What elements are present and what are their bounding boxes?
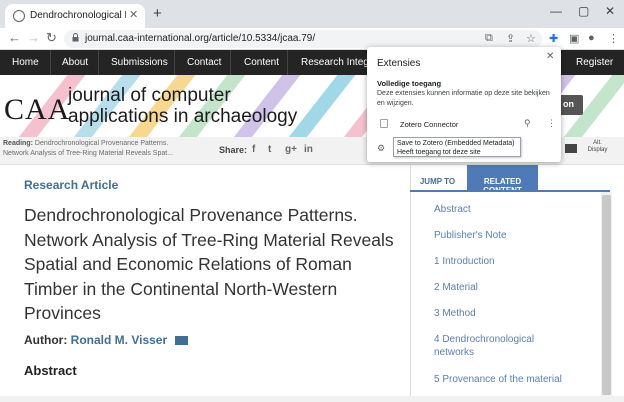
nav-research-integrity[interactable]: Research Integrit [301, 57, 377, 68]
url-text: journal.caa-international.org/article/10… [85, 33, 316, 44]
journal-title: journal of computer applications in arch… [68, 85, 297, 127]
sidepanel-icon[interactable]: ▣ [569, 32, 579, 45]
tooltip-line: Heeft toegang tot deze site [397, 149, 481, 156]
alt-display-button[interactable]: Alt. Display [585, 140, 610, 154]
nav-home[interactable]: Home [12, 57, 39, 68]
nav-divider [174, 50, 175, 75]
author-label: Author: [24, 333, 68, 347]
more-icon[interactable]: ⋮ [547, 118, 556, 129]
nav-divider [230, 50, 231, 75]
article-title-line: Provinces [24, 303, 101, 323]
nav-divider [287, 50, 288, 75]
globe-icon [13, 10, 25, 22]
reading-indicator: Reading: Dendrochronological Provenance … [3, 139, 199, 159]
toc-item[interactable]: 4 Dendrochronological networks [434, 333, 554, 359]
alt-display-label: Display [587, 147, 608, 153]
extension-tooltip: Save to Zotero (Embedded Metadata) Heeft… [393, 137, 521, 157]
tab-title: Dendrochronological Provenance [30, 10, 126, 21]
tab-strip: Dendrochronological Provenance ✕ + — ▢ ✕ [0, 0, 624, 28]
nav-register[interactable]: Register [576, 57, 613, 68]
tab-underline [410, 190, 610, 192]
abstract-heading: Abstract [24, 363, 77, 378]
puzzle-icon[interactable]: ✚ [549, 32, 558, 45]
linkedin-icon[interactable]: in [304, 144, 313, 155]
author-line: Author: Ronald M. Visser [24, 333, 188, 347]
minimize-button[interactable]: — [550, 4, 562, 18]
article-title-line: Network Analysis of Tree-Ring Material R… [24, 229, 394, 250]
nav-divider [98, 50, 99, 75]
lock-icon[interactable] [72, 33, 79, 42]
star-icon[interactable]: ☆ [526, 32, 536, 45]
popup-section-title: Volledige toegang [377, 79, 442, 88]
article-title-line: Spatial and Economic Relations of Roman [24, 254, 352, 274]
tooltip-line: Save to Zotero (Embedded Metadata) [397, 140, 515, 147]
tab-close-icon[interactable]: ✕ [129, 8, 138, 21]
nav-about[interactable]: About [62, 57, 88, 68]
horizontal-scrollbar[interactable] [0, 396, 624, 402]
toc-item[interactable]: 5 Provenance of the material [434, 373, 604, 386]
alt-display-label: Alt. [593, 140, 602, 146]
nav-content[interactable]: Content [244, 57, 279, 68]
pin-icon[interactable]: ⚲ [524, 118, 531, 129]
maximize-button[interactable]: ▢ [578, 4, 589, 18]
reading-label: Reading: [3, 140, 33, 147]
sidebar-scroll-thumb[interactable] [602, 195, 611, 395]
article-title-line: Dendrochronological Provenance Patterns. [24, 205, 358, 225]
toc-item[interactable]: 2 Material [434, 281, 604, 294]
back-icon[interactable]: ← [8, 30, 21, 45]
gear-icon[interactable]: ⚙ [377, 143, 385, 154]
article-title: Dendrochronological Provenance Patterns.… [24, 203, 409, 326]
share-label: Share: [219, 145, 248, 155]
popup-title: Extensies [377, 58, 421, 69]
toc-item[interactable]: 1 Introduction [434, 255, 604, 268]
forward-icon[interactable]: → [27, 30, 40, 45]
close-window-button[interactable]: ✕ [605, 4, 615, 18]
toc-item[interactable]: Publisher's Note [434, 229, 604, 242]
new-tab-button[interactable]: + [153, 5, 162, 22]
toc-item[interactable]: Abstract [434, 203, 604, 216]
profile-icon[interactable]: ● [588, 32, 595, 44]
toc-item[interactable]: 3 Method [434, 307, 604, 320]
share-icon[interactable]: ⇪ [506, 32, 515, 45]
tab-related-content[interactable]: RELATED CONTENT [467, 165, 538, 195]
menu-icon[interactable]: ⋮ [608, 32, 619, 45]
reading-text: Network Analysis of Tree-Ring Material R… [3, 150, 174, 157]
article-type[interactable]: Research Article [24, 178, 118, 192]
twitter-icon[interactable]: t [268, 144, 271, 155]
mail-icon[interactable] [565, 144, 577, 153]
nav-divider [50, 50, 51, 75]
sidebar-divider [410, 165, 411, 402]
reading-text: Dendrochronological Provenance Patterns. [34, 140, 169, 147]
popup-description: Deze extensies kunnen informatie op deze… [377, 90, 550, 107]
author-link[interactable]: Ronald M. Visser [71, 333, 167, 347]
facebook-icon[interactable]: f [252, 144, 255, 155]
nav-contact[interactable]: Contact [187, 57, 221, 68]
journal-title-line: journal of computer [68, 85, 231, 106]
article-title-line: Timber in the Continental North-Western [24, 278, 338, 299]
translate-icon[interactable]: ⧉ [485, 32, 493, 45]
google-plus-icon[interactable]: g+ [285, 144, 297, 155]
journal-title-line: applications in archaeology [68, 106, 298, 127]
close-icon[interactable]: ✕ [546, 51, 554, 62]
extension-name[interactable]: Zotero Connector [400, 120, 458, 129]
caa-logo[interactable]: CAA [4, 93, 70, 127]
extension-icon [380, 119, 388, 128]
mail-icon[interactable] [174, 336, 188, 345]
reload-icon[interactable]: ↻ [46, 30, 57, 46]
extension-item[interactable]: Zotero Connector ⚲ ⋮ [372, 115, 556, 133]
address-bar[interactable]: journal.caa-international.org/article/10… [64, 30, 542, 48]
tab-jump-to[interactable]: JUMP TO [410, 172, 465, 191]
nav-submissions[interactable]: Submissions [111, 57, 168, 68]
browser-tab[interactable]: Dendrochronological Provenance ✕ [5, 4, 145, 28]
